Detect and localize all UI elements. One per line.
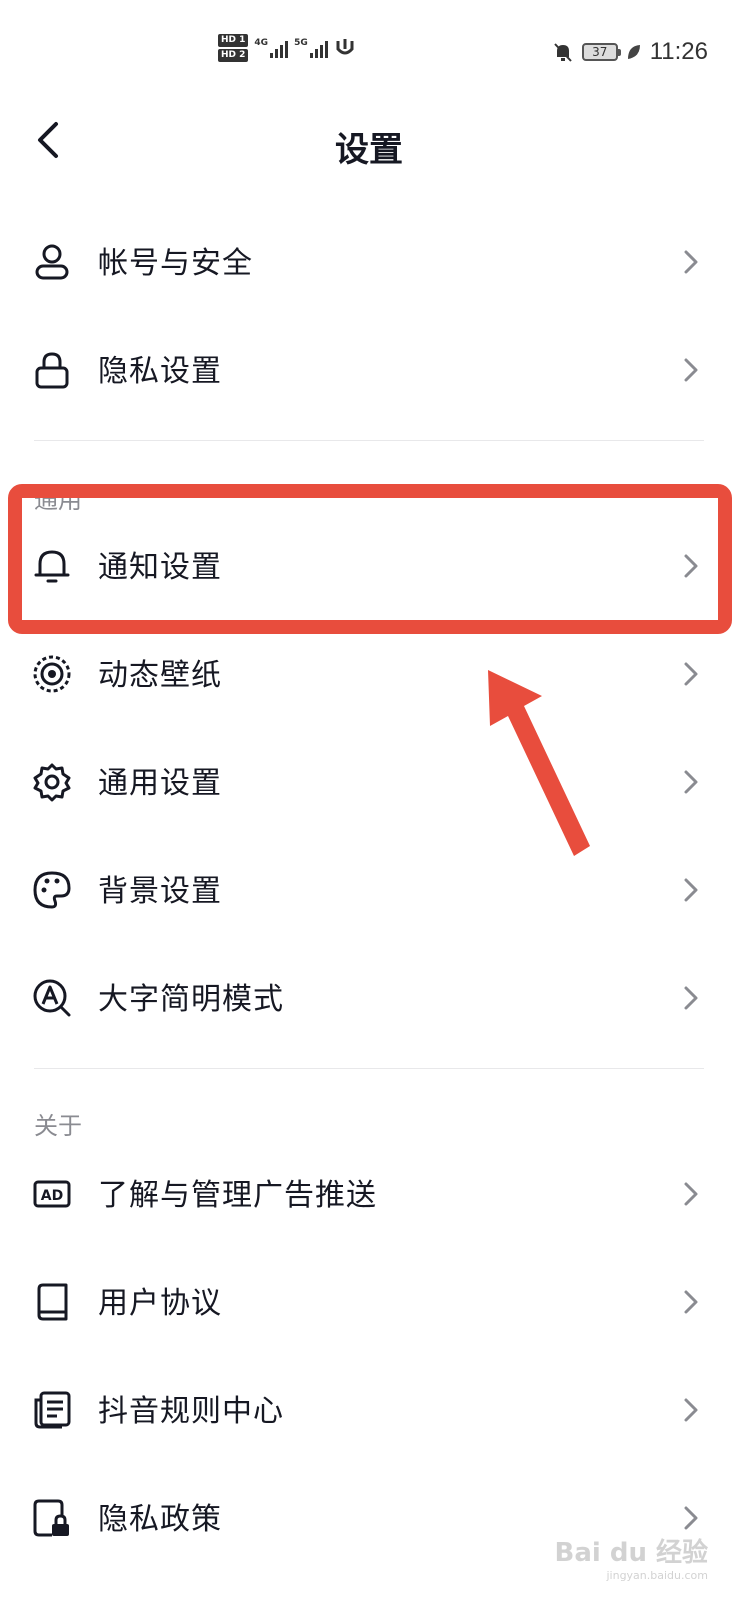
chevron-right-icon — [684, 1182, 698, 1206]
status-right: 37 11:26 — [552, 38, 708, 66]
live-wallpaper-icon — [33, 655, 71, 693]
page-title: 设置 — [335, 130, 403, 170]
net-4g-label: 4G — [254, 38, 269, 48]
row-label: 通用设置 — [98, 766, 222, 801]
row-large-text-mode[interactable]: 大字简明模式 — [0, 944, 738, 1052]
leaf-icon — [627, 45, 640, 59]
lock-icon — [35, 352, 69, 389]
row-label: 了解与管理广告推送 — [98, 1178, 377, 1213]
row-label: 抖音规则中心 — [98, 1394, 284, 1429]
app-status-icon — [336, 39, 354, 55]
large-text-icon — [33, 979, 71, 1017]
row-label: 隐私政策 — [98, 1502, 222, 1537]
chevron-right-icon — [684, 986, 698, 1010]
annotation-highlight-box — [8, 484, 732, 634]
row-general-settings[interactable]: 通用设置 — [0, 728, 738, 836]
document-icon — [34, 1391, 71, 1429]
chevron-right-icon — [684, 1290, 698, 1314]
svg-text:AD: AD — [41, 1188, 63, 1204]
row-ad-management[interactable]: AD 了解与管理广告推送 — [0, 1140, 738, 1248]
nav-header: 设置 — [0, 100, 738, 184]
chevron-right-icon — [684, 770, 698, 794]
row-label: 用户协议 — [98, 1286, 222, 1321]
chevron-right-icon — [684, 878, 698, 902]
palette-icon — [33, 871, 71, 909]
battery-icon: 37 — [581, 43, 621, 61]
row-account-security[interactable]: 帐号与安全 — [0, 208, 738, 316]
row-rules-center[interactable]: 抖音规则中心 — [0, 1356, 738, 1464]
row-background-settings[interactable]: 背景设置 — [0, 836, 738, 944]
book-icon — [37, 1283, 68, 1321]
chevron-right-icon — [684, 358, 698, 382]
annotation-arrow-icon — [488, 670, 590, 856]
net-5g-label: 5G — [294, 38, 308, 48]
row-label: 隐私设置 — [98, 354, 222, 389]
chevron-right-icon — [684, 1506, 698, 1530]
row-user-agreement[interactable]: 用户协议 — [0, 1248, 738, 1356]
section-label-about: 关于 — [34, 1112, 82, 1140]
signal-bars-icon — [270, 38, 289, 58]
chevron-right-icon — [684, 662, 698, 686]
signal-4g: 4G — [254, 38, 289, 58]
signal-5g: 5G — [294, 38, 328, 58]
signal-bars-icon — [309, 38, 328, 58]
status-bar: HD 1 HD 2 4G 5G 37 11:26 — [0, 0, 738, 100]
divider — [34, 440, 704, 441]
hd2-badge: HD 2 — [218, 49, 249, 62]
status-left: HD 1 HD 2 4G 5G — [218, 34, 356, 62]
mute-bell-icon — [553, 43, 572, 62]
clock: 11:26 — [649, 38, 708, 65]
row-label: 动态壁纸 — [98, 658, 222, 693]
hd-indicators: HD 1 HD 2 — [218, 34, 249, 62]
row-live-wallpaper[interactable]: 动态壁纸 — [0, 620, 738, 728]
ad-icon: AD — [33, 1180, 71, 1208]
watermark: Bai du 经验 jingyan.baidu.com — [555, 1532, 709, 1582]
divider — [34, 1068, 704, 1069]
watermark-brand: Bai du 经验 — [554, 1538, 709, 1568]
row-label: 大字简明模式 — [98, 982, 284, 1017]
user-icon — [35, 244, 69, 280]
chevron-right-icon — [684, 250, 698, 274]
gear-icon — [33, 763, 71, 802]
hd1-badge: HD 1 — [218, 34, 249, 47]
row-label: 背景设置 — [98, 874, 222, 909]
row-label: 帐号与安全 — [98, 246, 253, 281]
watermark-url: jingyan.baidu.com — [606, 1569, 708, 1582]
privacy-doc-icon — [33, 1499, 69, 1537]
row-privacy-settings[interactable]: 隐私设置 — [0, 316, 738, 424]
chevron-right-icon — [684, 1398, 698, 1422]
